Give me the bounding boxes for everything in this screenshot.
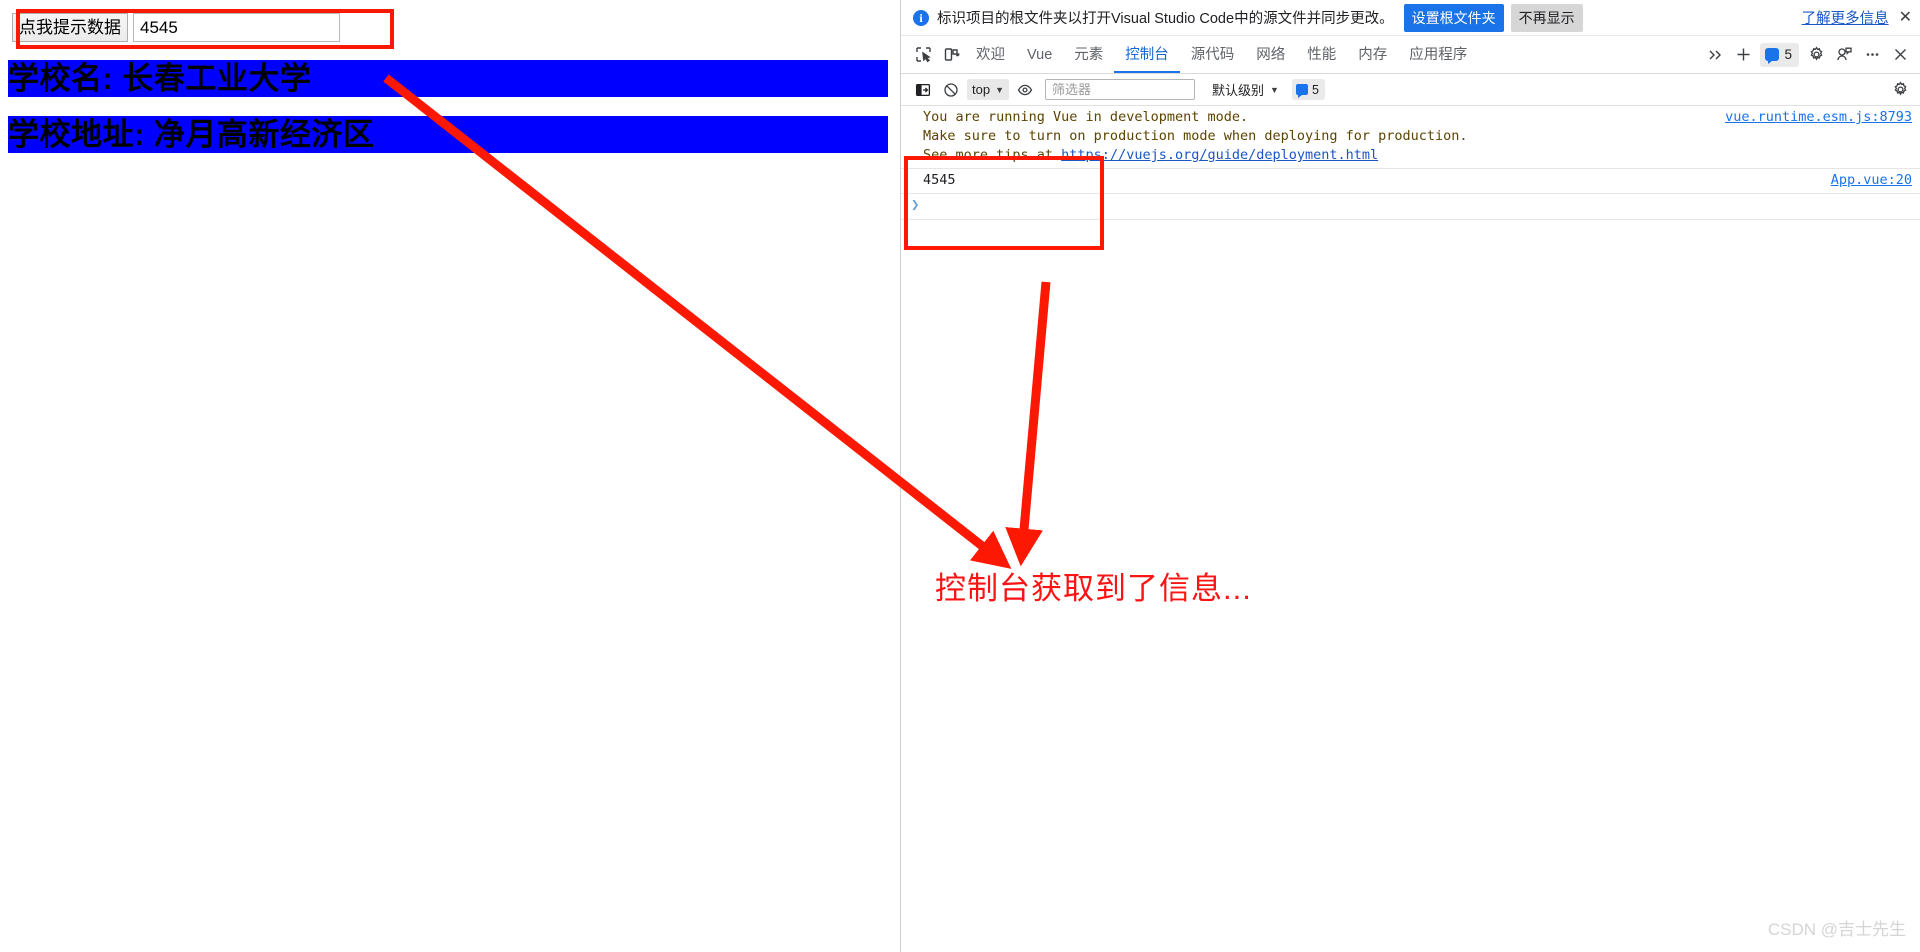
chevron-double-right-icon[interactable] (1701, 41, 1729, 69)
device-toolbar-icon[interactable] (937, 41, 965, 69)
gear-icon[interactable] (1802, 41, 1830, 69)
dont-show-again-button[interactable]: 不再显示 (1510, 3, 1583, 32)
set-root-folder-button[interactable]: 设置根文件夹 (1403, 3, 1504, 32)
tab-vue[interactable]: Vue (1016, 37, 1063, 73)
ellipsis-icon[interactable] (1858, 41, 1886, 69)
console-source-link[interactable]: vue.runtime.esm.js:8793 (1725, 108, 1912, 127)
devtools-tab-bar: 欢迎 Vue 元素 控制台 源代码 网络 性能 内存 应用程序 5 (901, 36, 1920, 74)
inspect-element-icon[interactable] (909, 41, 937, 69)
plus-icon[interactable] (1729, 41, 1757, 69)
tab-memory[interactable]: 内存 (1347, 37, 1398, 73)
tab-console[interactable]: 控制台 (1114, 37, 1180, 73)
devtools-notification-bar: i 标识项目的根文件夹以打开Visual Studio Code中的源文件并同步… (901, 0, 1920, 36)
console-output[interactable]: You are running Vue in development mode.… (901, 106, 1920, 952)
execution-context-label: top (972, 82, 991, 97)
close-icon[interactable]: ✕ (1899, 9, 1912, 26)
console-level-label: 默认级别 (1212, 83, 1265, 98)
tab-welcome[interactable]: 欢迎 (965, 37, 1016, 73)
feedback-icon[interactable] (1830, 41, 1858, 69)
tab-elements[interactable]: 元素 (1063, 37, 1114, 73)
console-entry-line-prefix: See more tips at (923, 147, 1062, 163)
chevron-down-icon: ▼ (1270, 84, 1279, 95)
close-icon[interactable] (1886, 41, 1914, 69)
clear-console-icon[interactable] (937, 76, 965, 104)
data-input[interactable] (133, 13, 340, 42)
console-sidebar-icon[interactable] (909, 76, 937, 104)
console-entry-line: 4545 (923, 172, 956, 188)
tab-application[interactable]: 应用程序 (1398, 37, 1478, 73)
info-icon: i (913, 9, 929, 26)
console-prompt-row[interactable]: ❯ (901, 194, 1920, 220)
demo-form-row: 点我提示数据 (12, 13, 340, 42)
notification-message: 标识项目的根文件夹以打开Visual Studio Code中的源文件并同步更改… (937, 11, 1394, 27)
watermark: CSDN @吉士先生 (1767, 920, 1906, 939)
screenshot-root: 点我提示数据 学校名: 长春工业大学 学校地址: 净月高新经济区 i 标识项目的… (0, 0, 1920, 952)
console-entry-log[interactable]: 4545 App.vue:20 (901, 169, 1920, 194)
console-issues-badge[interactable]: 5 (1291, 79, 1325, 100)
chevron-down-icon: ▼ (995, 84, 1004, 95)
console-filter-input[interactable] (1045, 79, 1195, 100)
console-entry-line-with-link: See more tips at https://vuejs.org/guide… (901, 146, 1920, 165)
tab-sources[interactable]: 源代码 (1180, 37, 1246, 73)
message-bubble-icon (1765, 48, 1780, 64)
execution-context-select[interactable]: top ▼ (967, 79, 1009, 100)
console-issues-count: 5 (1311, 82, 1319, 97)
vue-deployment-guide-link[interactable]: https://vuejs.org/guide/deployment.html (1061, 147, 1378, 163)
school-address-heading: 学校地址: 净月高新经济区 (8, 116, 888, 153)
console-source-link[interactable]: App.vue:20 (1831, 171, 1912, 190)
tab-performance[interactable]: 性能 (1296, 37, 1347, 73)
message-count-label: 5 (1784, 47, 1792, 62)
school-name-heading: 学校名: 长春工业大学 (8, 60, 888, 97)
tab-network[interactable]: 网络 (1245, 37, 1296, 73)
show-data-button[interactable]: 点我提示数据 (12, 13, 128, 42)
live-expression-icon[interactable] (1011, 76, 1039, 104)
learn-more-link[interactable]: 了解更多信息 (1802, 7, 1889, 28)
gear-icon[interactable] (1886, 76, 1914, 104)
console-entry-warning[interactable]: You are running Vue in development mode.… (901, 106, 1920, 169)
console-level-select[interactable]: 默认级别 ▼ (1207, 79, 1284, 100)
console-toolbar: top ▼ 默认级别 ▼ 5 (901, 74, 1920, 106)
console-prompt-caret: ❯ (911, 197, 920, 213)
browser-page-content: 点我提示数据 学校名: 长春工业大学 学校地址: 净月高新经济区 (0, 0, 896, 952)
console-message-count-badge[interactable]: 5 (1760, 42, 1799, 67)
console-entry-line: Make sure to turn on production mode whe… (923, 128, 1468, 144)
devtools-panel: i 标识项目的根文件夹以打开Visual Studio Code中的源文件并同步… (900, 0, 1920, 952)
message-bubble-icon (1295, 84, 1308, 98)
